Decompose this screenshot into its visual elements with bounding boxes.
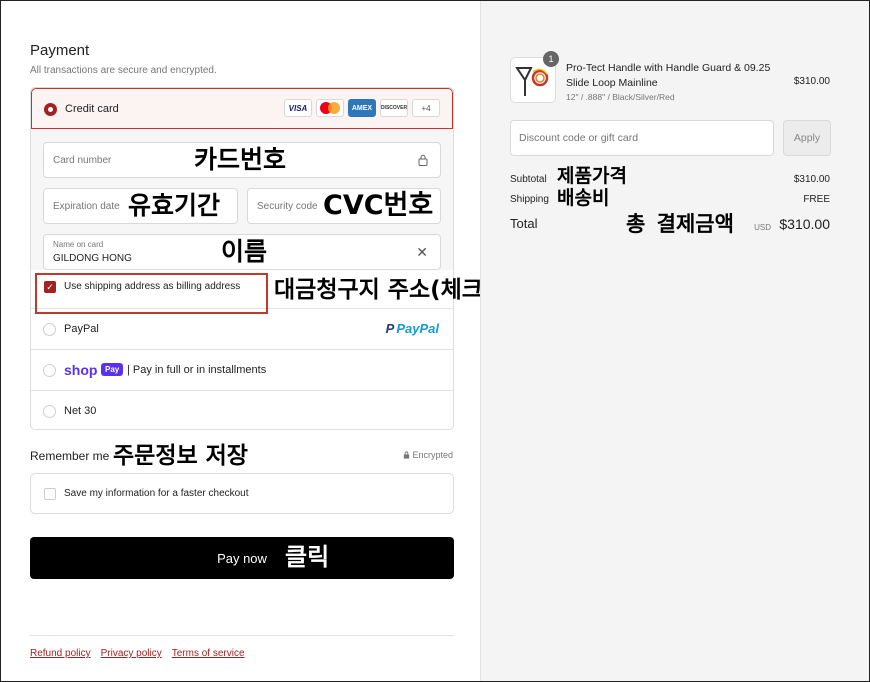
- visa-icon: VISA: [284, 99, 312, 117]
- footer-divider: [30, 635, 454, 636]
- net30-radio[interactable]: [43, 405, 56, 418]
- annotation-click: 클릭: [285, 543, 330, 571]
- clear-icon[interactable]: ✕: [416, 245, 428, 259]
- subtotal-value: $310.00: [793, 174, 830, 185]
- shop-pay-badge: Pay: [101, 363, 124, 376]
- annotation-shipping: 배송비: [557, 187, 610, 209]
- expiration-placeholder: Expiration date: [53, 201, 120, 212]
- more-brands-badge: +4: [412, 99, 440, 117]
- paypal-label: PayPal: [64, 323, 99, 335]
- paypal-logo-icon: P PayPal: [385, 321, 439, 336]
- card-number-placeholder: Card number: [53, 155, 112, 166]
- quantity-badge: 1: [543, 51, 559, 67]
- paypal-radio[interactable]: [43, 323, 56, 336]
- footer-links: Refund policy Privacy policy Terms of se…: [30, 648, 245, 659]
- product-price: $310.00: [793, 76, 830, 87]
- annotation-cvc: CVC번호: [323, 190, 434, 221]
- save-info-label: Save my information for a faster checkou…: [64, 488, 249, 499]
- billing-highlight-box: [35, 273, 268, 314]
- order-summary-panel: 1 Pro-Tect Handle with Handle Guard & 09…: [480, 1, 869, 681]
- payment-subtitle: All transactions are secure and encrypte…: [30, 65, 217, 76]
- paypal-option[interactable]: PayPal P PayPal: [31, 308, 453, 349]
- name-on-card-value: GILDONG HONG: [53, 253, 132, 264]
- annotation-product-price: 제품가격: [557, 165, 627, 187]
- card-brand-badges: VISA AMEX DISCOVER +4: [284, 99, 440, 117]
- credit-card-label: Credit card: [65, 103, 119, 115]
- shop-logo-icon: shop: [64, 362, 98, 378]
- name-on-card-label: Name on card: [53, 240, 104, 249]
- annotation-expiration: 유효기간: [128, 191, 221, 220]
- credit-card-radio[interactable]: [44, 103, 57, 116]
- annotation-name: 이름: [221, 237, 268, 266]
- annotation-total: 총 결제금액: [626, 212, 734, 236]
- product-variant: 12" / .888" / Black/Silver/Red: [566, 92, 675, 102]
- net30-label: Net 30: [64, 405, 97, 417]
- shipping-value: FREE: [803, 194, 830, 205]
- discount-code-input[interactable]: [510, 120, 774, 156]
- amex-icon: AMEX: [348, 99, 376, 117]
- lock-icon: [418, 154, 428, 166]
- pay-now-button[interactable]: Pay now: [30, 537, 454, 579]
- security-code-placeholder: Security code: [257, 201, 318, 212]
- terms-of-service-link[interactable]: Terms of service: [172, 648, 245, 659]
- save-info-checkbox[interactable]: [44, 488, 56, 500]
- net30-option[interactable]: Net 30: [31, 390, 453, 429]
- apply-button[interactable]: Apply: [783, 120, 831, 156]
- remember-me-option[interactable]: Save my information for a faster checkou…: [30, 473, 454, 514]
- checkout-payment-panel: Payment All transactions are secure and …: [1, 1, 509, 681]
- payment-title: Payment: [30, 42, 90, 59]
- credit-card-option[interactable]: Credit card VISA AMEX DISCOVER +4: [31, 88, 453, 129]
- total-label: Total: [510, 216, 538, 231]
- total-value: $310.00: [779, 216, 830, 232]
- shop-pay-option[interactable]: shop Pay | Pay in full or in installment…: [31, 349, 453, 390]
- encrypted-label: Encrypted: [403, 450, 453, 460]
- shop-pay-label: | Pay in full or in installments: [127, 364, 267, 376]
- annotation-card-number: 카드번호: [194, 145, 287, 174]
- privacy-policy-link[interactable]: Privacy policy: [101, 648, 162, 659]
- shipping-label: Shipping: [510, 194, 549, 205]
- total-currency: USD: [754, 223, 771, 232]
- remember-me-title: Remember me: [30, 449, 110, 463]
- mastercard-icon: [316, 99, 344, 117]
- product-name: Pro-Tect Handle with Handle Guard & 09.2…: [566, 62, 771, 89]
- annotation-billing: 대금청구지 주소(체크o): [274, 277, 510, 303]
- refund-policy-link[interactable]: Refund policy: [30, 648, 91, 659]
- small-lock-icon: [403, 451, 410, 459]
- annotation-remember: 주문정보 저장: [113, 443, 248, 469]
- discover-icon: DISCOVER: [380, 99, 408, 117]
- shop-pay-radio[interactable]: [43, 364, 56, 377]
- subtotal-label: Subtotal: [510, 174, 547, 185]
